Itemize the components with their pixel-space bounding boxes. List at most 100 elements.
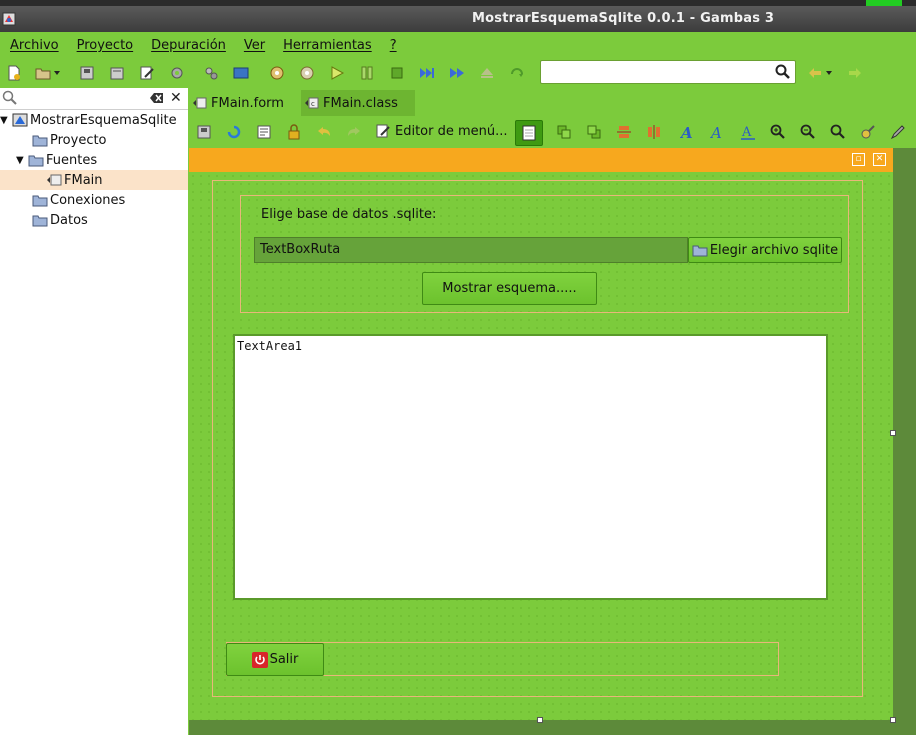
tree-item-label: Conexiones (50, 192, 126, 208)
open-project-icon[interactable] (34, 64, 52, 82)
new-file-icon[interactable] (5, 64, 23, 82)
tree-filter[interactable]: ✕ (0, 88, 188, 110)
menu-ver[interactable]: Ver (244, 38, 265, 53)
color-icon[interactable] (859, 123, 877, 141)
align-vertical-icon[interactable] (615, 123, 633, 141)
return-icon[interactable] (508, 64, 526, 82)
expand-arrow-icon[interactable]: ▼ (16, 155, 28, 166)
save-all-icon[interactable] (108, 64, 126, 82)
pause-icon[interactable] (358, 64, 376, 82)
filter-search-icon (2, 90, 17, 105)
resize-handle-bottom[interactable] (537, 717, 543, 723)
menu-archivo[interactable]: Archivo (10, 38, 59, 53)
tools-icon[interactable] (202, 64, 220, 82)
choose-sqlite-button[interactable]: Elegir archivo sqlite (688, 237, 842, 263)
tab-fmain-class[interactable]: c FMain.class (301, 90, 415, 116)
tree-item-fmain[interactable]: FMain (0, 170, 188, 190)
menu-bar: Archivo Proyecto Depuración Ver Herramie… (0, 32, 916, 58)
tree-item-label: Proyecto (50, 132, 107, 148)
open-dropdown-icon[interactable] (52, 64, 62, 82)
svg-text:A: A (680, 124, 693, 140)
compile-all-icon[interactable] (298, 64, 316, 82)
font-italic-icon[interactable]: A (709, 123, 727, 141)
svg-text:A: A (741, 125, 752, 140)
folder-icon (692, 245, 708, 257)
tree-root[interactable]: ▼ MostrarEsquemaSqlite (0, 110, 188, 130)
exit-label: Salir (269, 652, 299, 667)
maximize-icon[interactable]: ▫ (852, 153, 865, 166)
toolbar-search-input[interactable] (541, 61, 769, 83)
step-icon[interactable] (418, 64, 436, 82)
run-icon[interactable] (328, 64, 346, 82)
forward-icon[interactable] (448, 64, 466, 82)
gambas-app-icon[interactable] (2, 12, 16, 26)
show-grid-toggle[interactable] (515, 120, 543, 146)
textarea-schema[interactable]: TextArea1 (233, 334, 828, 600)
form-window-header: ▫ ✕ (189, 148, 893, 172)
tree-item-label: Fuentes (46, 152, 98, 168)
tree-item-conexiones[interactable]: Conexiones (0, 190, 188, 210)
properties-gear-icon[interactable] (168, 64, 186, 82)
tree-item-fuentes[interactable]: ▼ Fuentes (0, 150, 188, 170)
tree-item-datos[interactable]: Datos (0, 210, 188, 230)
zoom-normal-icon[interactable] (829, 123, 847, 141)
show-schema-button[interactable]: Mostrar esquema..... (422, 272, 597, 305)
collapse-arrow-icon[interactable]: ▼ (0, 115, 12, 126)
form-editor-toolbar: Editor de menú... A A A (189, 117, 916, 147)
bring-front-icon[interactable] (555, 123, 573, 141)
svg-text:A: A (710, 124, 722, 140)
back-arrow-icon[interactable] (806, 64, 824, 82)
toolbar-search-box (540, 60, 796, 84)
zoom-in-icon[interactable] (769, 123, 787, 141)
menu-help[interactable]: ? (390, 38, 397, 53)
resize-handle-corner[interactable] (890, 717, 896, 723)
pencil-icon[interactable] (889, 123, 907, 141)
lock-icon[interactable] (285, 123, 303, 141)
resize-handle-right[interactable] (890, 430, 896, 436)
font-icon[interactable]: A (679, 123, 697, 141)
form-file-icon (47, 174, 62, 186)
tree-item-label: Datos (50, 212, 88, 228)
window-title: MostrarEsquemaSqlite 0.0.1 - Gambas 3 (472, 11, 775, 26)
zoom-out-icon[interactable] (799, 123, 817, 141)
back-dropdown-icon[interactable] (824, 64, 834, 82)
tab-label: FMain.class (323, 95, 398, 111)
svg-text:c: c (311, 100, 315, 108)
align-horizontal-icon[interactable] (645, 123, 663, 141)
menu-herramientas[interactable]: Herramientas (283, 38, 372, 53)
editor-right-margin (893, 148, 916, 720)
editor-bottom-margin (189, 720, 916, 735)
forward-arrow-icon[interactable] (846, 64, 864, 82)
database-label: Elige base de datos .sqlite: (261, 207, 437, 222)
edit-icon[interactable] (138, 64, 156, 82)
reload-icon[interactable] (225, 123, 243, 141)
menu-depuracion[interactable]: Depuración (151, 38, 226, 53)
redo-icon[interactable] (345, 123, 363, 141)
menu-editor-button[interactable]: Editor de menú... (375, 123, 508, 139)
project-panel: ✕ ▼ MostrarEsquemaSqlite Proyecto ▼ Fuen… (0, 88, 188, 735)
eject-icon[interactable] (478, 64, 496, 82)
send-back-icon[interactable] (585, 123, 603, 141)
form-properties-icon[interactable] (255, 123, 273, 141)
tree-item-label: FMain (64, 172, 103, 188)
close-form-icon[interactable]: ✕ (873, 153, 886, 166)
tab-fmain-form[interactable]: FMain.form (189, 90, 299, 116)
tree-item-proyecto[interactable]: Proyecto (0, 130, 188, 150)
folder-icon (28, 155, 44, 167)
save-form-icon[interactable] (195, 123, 213, 141)
picture-icon[interactable] (232, 64, 250, 82)
font-underline-icon[interactable]: A (739, 123, 757, 141)
exit-button[interactable]: Salir (226, 643, 324, 676)
close-panel-icon[interactable]: ✕ (170, 90, 182, 106)
search-icon[interactable] (775, 64, 791, 80)
compile-gear-icon[interactable] (268, 64, 286, 82)
menu-proyecto[interactable]: Proyecto (77, 38, 134, 53)
undo-icon[interactable] (315, 123, 333, 141)
stop-icon[interactable] (388, 64, 406, 82)
title-bar: MostrarEsquemaSqlite 0.0.1 - Gambas 3 (0, 6, 916, 32)
textbox-ruta[interactable]: TextBoxRuta (254, 237, 688, 263)
menu-editor-icon (376, 124, 390, 138)
class-file-icon: c (305, 97, 319, 109)
save-icon[interactable] (78, 64, 96, 82)
clear-filter-icon[interactable] (150, 92, 164, 104)
